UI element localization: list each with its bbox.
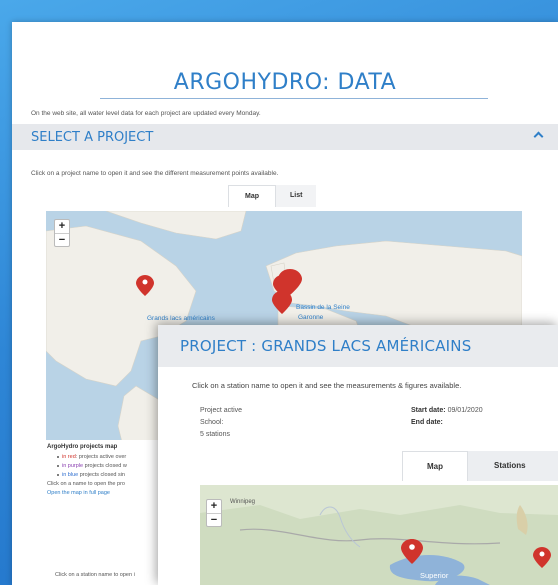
school-label: School: — [200, 419, 224, 426]
legend-click-note: Click on a name to open the pro — [47, 481, 125, 487]
legend-item-purple: in purple projects closed w — [57, 463, 162, 469]
station-note: Click on a station name to open it and s… — [192, 381, 462, 390]
map-label-great-lakes[interactable]: Grands lacs américains — [147, 315, 215, 322]
zoom-out-button[interactable]: − — [207, 513, 221, 526]
station-hint: Click on a station name to open i — [55, 572, 135, 578]
map-label-garonne[interactable]: Garonne — [298, 314, 323, 321]
tab-project-map[interactable]: Map — [402, 451, 468, 481]
map-label-seine[interactable]: Bassin de la Seine — [296, 304, 350, 311]
project-title: PROJECT : GRANDS LACS AMÉRICAINS — [180, 337, 472, 355]
update-note: On the web site, all water level data fo… — [31, 110, 261, 117]
project-status: Project active — [200, 407, 243, 414]
view-tabs: Map List — [228, 185, 317, 207]
legend-item-blue: in blue projects closed sin — [57, 472, 162, 478]
end-date-label: End date: — [411, 419, 443, 426]
section-title: SELECT A PROJECT — [31, 130, 154, 145]
project-info: Project active School: 5 stations — [200, 405, 242, 441]
map-legend: ArgoHydro projects map in red: projects … — [46, 440, 164, 560]
title-divider — [100, 98, 488, 99]
zoom-in-button[interactable]: + — [207, 500, 221, 513]
tab-list[interactable]: List — [276, 185, 317, 207]
project-hint: Click on a project name to open it and s… — [31, 170, 279, 177]
tab-map[interactable]: Map — [228, 185, 276, 207]
tab-stations-list[interactable]: Stations list — [468, 451, 558, 500]
legend-title: ArgoHydro projects map — [47, 444, 118, 450]
zoom-control: + − — [206, 499, 222, 527]
select-project-section-header[interactable]: SELECT A PROJECT — [12, 124, 558, 150]
project-view-tabs: Map Stations list — [402, 451, 558, 500]
lakes-map[interactable]: Winnipeg Superior + − — [200, 485, 558, 585]
zoom-in-button[interactable]: + — [55, 220, 69, 233]
map-label-winnipeg: Winnipeg — [230, 499, 256, 505]
start-date-label: Start date: — [411, 407, 446, 414]
open-full-page-link[interactable]: Open the map in full page — [47, 490, 162, 496]
chevron-up-icon[interactable] — [533, 131, 544, 142]
project-header: PROJECT : GRANDS LACS AMÉRICAINS — [158, 325, 558, 367]
page-title: ARGOHYDRO: DATA — [173, 70, 397, 95]
start-date-value: 09/01/2020 — [447, 407, 483, 414]
stations-count: 5 stations — [200, 431, 230, 438]
project-panel: PROJECT : GRANDS LACS AMÉRICAINS Click o… — [158, 325, 558, 585]
zoom-out-button[interactable]: − — [55, 233, 69, 246]
legend-item-red: in red: projects active over — [57, 454, 162, 460]
map-label-superior[interactable]: Superior — [420, 571, 448, 580]
zoom-control: + − — [54, 219, 70, 247]
project-dates: Start date: 09/01/2020 End date: — [411, 405, 483, 429]
